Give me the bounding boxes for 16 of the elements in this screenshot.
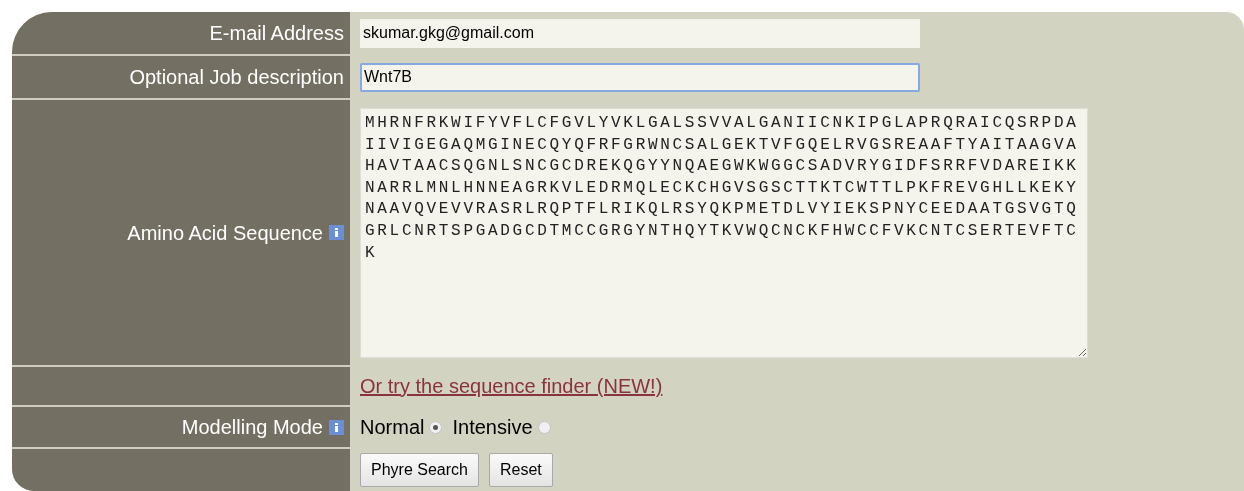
form-button[interactable]: Reset (488, 453, 553, 487)
field-label: E-mail Address (209, 21, 344, 46)
radio-button[interactable] (537, 420, 551, 434)
input-field[interactable]: skumar.gkg@gmail.com (360, 18, 920, 48)
radio-button[interactable] (429, 420, 443, 434)
field-label: Optional Job description (129, 65, 344, 90)
input-field[interactable]: Wnt7B (360, 62, 920, 92)
sequence-field[interactable]: MHRNFRKWIFYVFLCFGVLYVKLGALSSVVALGANIICNKIPGLAPRQRAICQSRPDAIIVIGEGAQMGINECQYQFRFGRWNCSALGEKTVFGQELRVGSREAAFTYAITAAGVAHAVTAACSQGNLSNCGCDREKQGYYNQAEGWKWGGCSADVRYGIDFSRRFVDAREIKKNARRLMNLHNNEAGRKVLEDRMQLECKCHGVSGSCTTKTCWTTLPKFREVGHLLKEKYNAAVQVEVVRASRLRQPTFLRIKQLRSYQKPMETDLVYIEKSPNYCEEDAATGSVGTQGRLCNRTSPGADGCDTMCCGRGYNTHQYTKVWQCNCKFHWCCFVKCNTCSERTEVFTCK (360, 108, 1088, 358)
radio-label: Intensive (452, 415, 533, 440)
info-icon[interactable] (329, 225, 344, 240)
field-label: Amino Acid Sequence (127, 220, 323, 246)
field-label: Modelling Mode (181, 415, 323, 440)
form-button[interactable]: Phyre Search (360, 453, 479, 487)
radio-label: Normal (360, 415, 425, 440)
info-icon[interactable] (329, 419, 344, 435)
sequence-finder-link[interactable]: Or try the sequence finder (NEW!) (360, 371, 663, 401)
